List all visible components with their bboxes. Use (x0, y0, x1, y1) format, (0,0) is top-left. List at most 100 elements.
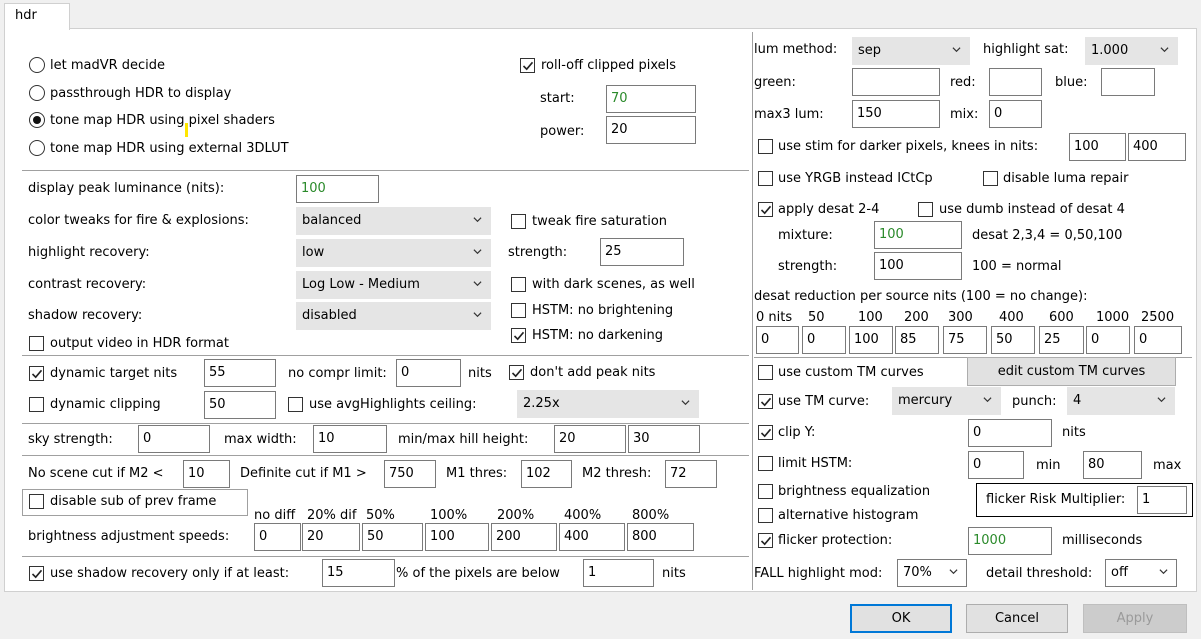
mixture-input[interactable]: 100 (874, 221, 962, 249)
desat-reduction-label: desat reduction per source nits (100 = n… (754, 289, 1088, 304)
punch-dropdown[interactable]: 4 (1067, 387, 1175, 415)
limit-hstm-max-label: max (1153, 458, 1182, 473)
stim-knee1-input[interactable]: 100 (1069, 133, 1126, 161)
limit-hstm-min-input[interactable]: 0 (968, 451, 1024, 479)
avg-highlights-checkbox[interactable] (288, 397, 303, 412)
speed-input-no-diff[interactable]: 0 (254, 523, 301, 551)
sky-strength-input[interactable]: 0 (138, 425, 210, 453)
dynamic-clipping-input[interactable]: 50 (204, 391, 276, 419)
speed-input-100[interactable]: 100 (425, 523, 489, 551)
hstm-no-darkening-checkbox[interactable] (511, 328, 526, 343)
hill-min-input[interactable]: 20 (554, 425, 626, 453)
fall-highlight-dropdown[interactable]: 70% (897, 559, 967, 587)
luma-repair-checkbox[interactable] (983, 171, 998, 186)
no-scene-cut-input[interactable]: 10 (183, 460, 230, 488)
highlight-recovery-dropdown[interactable]: low (296, 239, 491, 267)
flicker-risk-input[interactable]: 1 (1137, 486, 1187, 514)
strength-input[interactable]: 25 (600, 238, 684, 266)
apply-desat-checkbox[interactable] (758, 202, 773, 217)
desat-input-0nits[interactable]: 0 (756, 326, 799, 354)
speed-input-20[interactable]: 20 (302, 523, 360, 551)
color-tweaks-dropdown[interactable]: balanced (296, 207, 491, 235)
dumb-desat-checkbox[interactable] (918, 202, 933, 217)
definite-cut-input[interactable]: 750 (384, 460, 436, 488)
speed-input-200[interactable]: 200 (491, 523, 557, 551)
tm-curve-dropdown[interactable]: mercury (892, 387, 1001, 415)
speed-input-50[interactable]: 50 (362, 523, 423, 551)
peak-luminance-input[interactable]: 100 (296, 175, 379, 203)
stim-knee2-input[interactable]: 400 (1128, 133, 1186, 161)
desat-input-400[interactable]: 50 (991, 326, 1035, 354)
dynamic-target-checkbox[interactable] (29, 366, 44, 381)
desat-input-200[interactable]: 85 (895, 326, 939, 354)
desat-header: 2500 (1141, 310, 1175, 325)
alt-histogram-checkbox[interactable] (758, 508, 773, 523)
separator (22, 556, 749, 557)
hill-max-input[interactable]: 30 (628, 425, 700, 453)
rolloff-start-input[interactable]: 70 (606, 85, 696, 113)
highlight-sat-dropdown[interactable]: 1.000 (1085, 37, 1178, 65)
m1-thres-input[interactable]: 102 (521, 460, 572, 488)
dropdown-value: 2.25x (523, 396, 560, 411)
rolloff-power-label: power: (540, 124, 585, 139)
yrgb-checkbox[interactable] (758, 171, 773, 186)
detail-threshold-dropdown[interactable]: off (1105, 559, 1177, 587)
chevron-down-icon (473, 215, 482, 224)
mix-input[interactable]: 0 (989, 100, 1042, 128)
tab-hdr[interactable]: hdr (4, 3, 70, 30)
shadow-only-input[interactable]: 15 (322, 559, 395, 587)
tweak-fire-checkbox[interactable] (511, 214, 526, 229)
limit-hstm-max-input[interactable]: 80 (1083, 451, 1142, 479)
edit-custom-tm-button[interactable]: edit custom TM curves (967, 357, 1176, 386)
dynamic-target-input[interactable]: 55 (204, 359, 276, 387)
disable-sub-checkbox[interactable] (29, 494, 44, 509)
lum-method-dropdown[interactable]: sep (852, 37, 970, 65)
avg-highlights-dropdown[interactable]: 2.25x (517, 390, 699, 418)
speed-header: 50% (366, 508, 395, 523)
stim-checkbox[interactable] (758, 139, 773, 154)
no-compr-input[interactable]: 0 (396, 359, 461, 387)
dynamic-clipping-checkbox[interactable] (29, 397, 44, 412)
blue-input[interactable] (1101, 68, 1155, 96)
speed-input-400[interactable]: 400 (559, 523, 625, 551)
custom-tm-checkbox[interactable] (758, 365, 773, 380)
desat-input-100[interactable]: 100 (849, 326, 893, 354)
red-input[interactable] (989, 68, 1042, 96)
limit-hstm-checkbox[interactable] (758, 456, 773, 471)
flicker-protection-input[interactable]: 1000 (968, 527, 1052, 555)
apply-button[interactable]: Apply (1083, 604, 1187, 633)
dark-scenes-checkbox[interactable] (511, 277, 526, 292)
desat-strength-input[interactable]: 100 (874, 252, 962, 280)
green-input[interactable] (852, 68, 940, 96)
contrast-recovery-dropdown[interactable]: Log Low - Medium (296, 271, 491, 299)
shadow-recovery-dropdown[interactable]: disabled (296, 302, 491, 330)
desat-input-50[interactable]: 0 (802, 326, 846, 354)
tm-curve-checkbox[interactable] (758, 394, 773, 409)
radio-tone-map-3dlut[interactable] (29, 140, 45, 156)
radio-let-madvr-decide[interactable] (29, 57, 45, 73)
shadow-only-nits-input[interactable]: 1 (583, 559, 654, 587)
separator (22, 170, 749, 171)
desat-input-600[interactable]: 25 (1039, 326, 1084, 354)
desat-input-300[interactable]: 75 (943, 326, 987, 354)
shadow-only-checkbox[interactable] (29, 566, 44, 581)
ok-button[interactable]: OK (850, 604, 952, 633)
clip-y-checkbox[interactable] (758, 425, 773, 440)
max-width-input[interactable]: 10 (313, 425, 387, 453)
max3-lum-input[interactable]: 150 (852, 100, 940, 128)
desat-input-2500[interactable]: 0 (1134, 326, 1182, 354)
clip-y-input[interactable]: 0 (968, 419, 1052, 447)
desat-input-1000[interactable]: 0 (1086, 326, 1130, 354)
hstm-no-brightening-checkbox[interactable] (511, 303, 526, 318)
brightness-eq-checkbox[interactable] (758, 484, 773, 499)
output-hdr-checkbox[interactable] (29, 336, 44, 351)
m2-thresh-input[interactable]: 72 (665, 460, 717, 488)
rolloff-power-input[interactable]: 20 (606, 116, 696, 144)
rolloff-checkbox[interactable] (520, 58, 535, 73)
dont-add-peak-checkbox[interactable] (509, 365, 524, 380)
radio-tone-map-pixel-shaders[interactable] (29, 112, 45, 128)
radio-passthrough-hdr[interactable] (29, 85, 45, 101)
speed-input-800[interactable]: 800 (627, 523, 694, 551)
cancel-button[interactable]: Cancel (966, 604, 1068, 633)
flicker-protection-checkbox[interactable] (758, 533, 773, 548)
